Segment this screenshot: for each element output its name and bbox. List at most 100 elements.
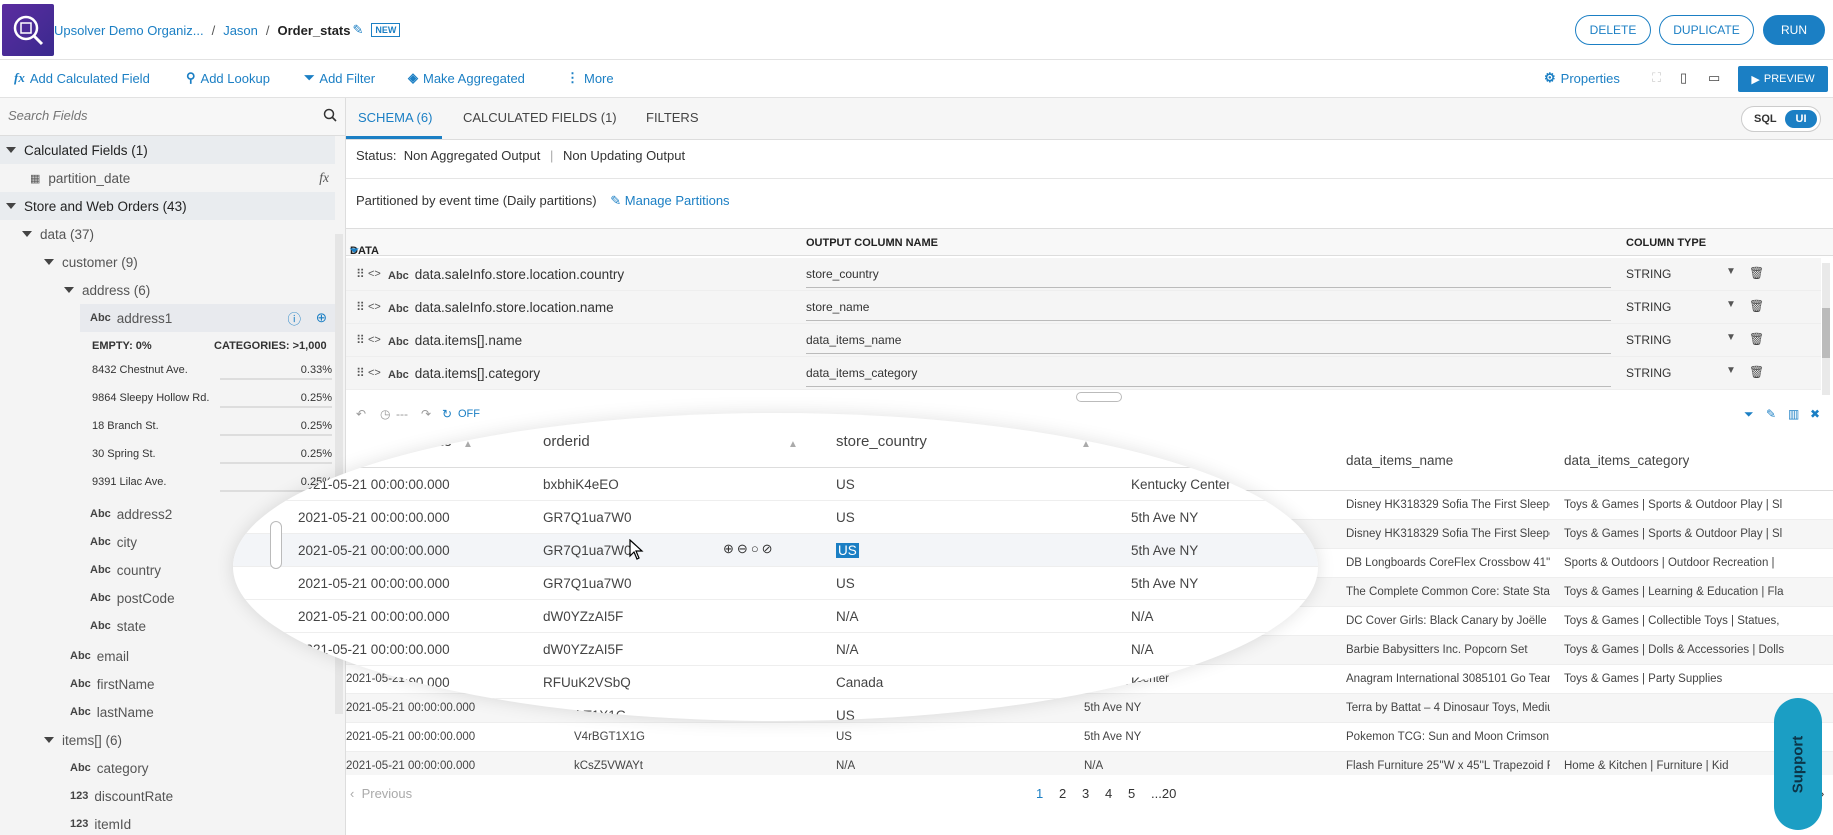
- resize-handle[interactable]: [1076, 392, 1122, 402]
- calc-field-item[interactable]: ▦ partition_date fx: [0, 164, 335, 192]
- column-type-select[interactable]: STRING: [1626, 300, 1671, 314]
- cell-items-name[interactable]: DB Longboards CoreFlex Crossbow 41" Ba: [1346, 557, 1550, 569]
- add-calculated-field-button[interactable]: fx Add Calculated Field: [14, 70, 150, 86]
- run-button[interactable]: RUN: [1763, 15, 1825, 45]
- cell-store-country[interactable]: US: [836, 576, 855, 591]
- cell-items-name[interactable]: DC Cover Girls: Black Canary by Joëlle J…: [1346, 615, 1550, 627]
- cell-partition-date[interactable]: 2021-05-21 00:00:00.000: [346, 760, 506, 772]
- cell-items-name[interactable]: Disney HK318329 Sofia The First Sleepove…: [1346, 499, 1550, 511]
- manage-partitions-link[interactable]: ✎ Manage Partitions: [610, 193, 729, 208]
- trash-icon[interactable]: 🗑: [1749, 332, 1764, 346]
- tree-node-customer[interactable]: customer (9): [0, 248, 335, 276]
- cell-items-category[interactable]: Sports & Outdoors | Outdoor Recreation |: [1564, 557, 1833, 569]
- chevron-down-icon[interactable]: ▼: [1726, 332, 1736, 343]
- drag-handle-icon[interactable]: ⠿: [356, 267, 365, 281]
- tree-node-address[interactable]: address (6): [0, 276, 335, 304]
- search-fields-input[interactable]: [8, 108, 308, 123]
- drag-handle-icon[interactable]: ⠿: [356, 366, 365, 380]
- cell-orderid[interactable]: kCsZ5VWAYt: [574, 760, 694, 772]
- remove-circle-icon[interactable]: ⊖: [737, 541, 751, 556]
- schema-row[interactable]: ⠿ <> Abc data.saleInfo.store.location.count…: [346, 258, 1821, 291]
- filter-icon[interactable]: ⏷: [1744, 407, 1754, 422]
- cell-store-country[interactable]: US: [836, 543, 859, 558]
- field-discountrate[interactable]: 123 discountRate: [0, 782, 335, 810]
- tree-node-items[interactable]: items[] (6): [0, 726, 335, 754]
- search-icon[interactable]: [323, 108, 337, 125]
- cell-partition-date[interactable]: 2021-05-21 00:00:00.000: [298, 543, 450, 558]
- cell-items-name[interactable]: Disney HK318329 Sofia The First Sleepove…: [1346, 528, 1550, 540]
- support-button[interactable]: Support: [1774, 698, 1822, 830]
- cell-partition-date[interactable]: 2021-05-21 00:00:00.000: [298, 642, 450, 657]
- cell-store-name[interactable]: Kentucky Center: [1131, 675, 1231, 690]
- preview-button[interactable]: ▶ PREVIEW: [1738, 66, 1828, 92]
- cell-items-name[interactable]: The Complete Common Core: State Stand: [1346, 586, 1550, 598]
- tab-calculated-fields[interactable]: CALCULATED FIELDS (1): [463, 110, 617, 125]
- output-column-input[interactable]: data_items_category: [806, 363, 1611, 387]
- cell-store-name[interactable]: 5th Ave NY: [1084, 731, 1234, 743]
- scrollbar-thumb[interactable]: [1822, 308, 1830, 358]
- breadcrumb-org[interactable]: Upsolver Demo Organiz...: [54, 23, 204, 38]
- page-number[interactable]: ...20: [1151, 786, 1176, 801]
- cell-items-name[interactable]: Terra by Battat – 4 Dinosaur Toys, Mediu…: [1346, 702, 1550, 714]
- breadcrumb-user[interactable]: Jason: [223, 23, 258, 38]
- ui-toggle-label[interactable]: UI: [1785, 110, 1817, 128]
- close-icon[interactable]: ✖: [1810, 407, 1820, 421]
- cell-orderid[interactable]: V4rBGT1X1G: [574, 731, 694, 743]
- schema-row[interactable]: ⠿ <> Abc data.saleInfo.store.location.name s…: [346, 291, 1821, 324]
- cell-store-country[interactable]: US: [836, 708, 855, 721]
- caret-down-icon[interactable]: [22, 231, 32, 237]
- cell-items-category[interactable]: Toys & Games | Sports & Outdoor Play | S…: [1564, 499, 1833, 511]
- cell-items-name[interactable]: Barbie Babysitters Inc. Popcorn Set: [1346, 644, 1550, 656]
- cell-partition-date[interactable]: 2021-05-21 00:00:00.000: [298, 576, 450, 591]
- tree-node-data[interactable]: data (37): [0, 220, 335, 248]
- cell-store-name[interactable]: 5th Ave NY: [1131, 576, 1198, 591]
- cell-items-category[interactable]: Toys & Games | Party Supplies: [1564, 673, 1833, 685]
- add-field-icon[interactable]: ⊕: [316, 310, 327, 326]
- tab-schema[interactable]: SCHEMA (6): [358, 110, 432, 125]
- table-row[interactable]: 2021-05-21 00:00:00.000 kCsZ5VWAYt N/A N/A F…: [346, 752, 1833, 775]
- page-number[interactable]: 3: [1082, 786, 1089, 801]
- field-category[interactable]: Abc category: [0, 754, 335, 782]
- field-address1[interactable]: Abc address1 ⓘ ⊕: [80, 304, 335, 332]
- trash-icon[interactable]: 🗑: [1749, 299, 1764, 313]
- cell-items-category[interactable]: Toys & Games | Sports & Outdoor Play | S…: [1564, 528, 1833, 540]
- magnified-row[interactable]: 2021-05-21 00:00:00.000 GR7Q1ua7W0 US 5th A…: [233, 567, 1318, 600]
- page-number[interactable]: 1: [1036, 786, 1043, 801]
- cell-store-name[interactable]: 5th Ave NY: [1131, 708, 1198, 721]
- output-column-input[interactable]: data_items_name: [806, 330, 1611, 354]
- app-logo[interactable]: [2, 4, 54, 56]
- magnified-row[interactable]: 2021-05-21 00:00:00.000 GR7Q1ua7W0 US 5th A…: [233, 501, 1318, 534]
- cell-orderid[interactable]: bxbhiK4eEO: [543, 477, 619, 492]
- sql-toggle-label[interactable]: SQL: [1754, 113, 1777, 125]
- cell-store-name[interactable]: N/A: [1131, 642, 1154, 657]
- drag-handle-icon[interactable]: ⠿: [356, 300, 365, 314]
- caret-down-icon[interactable]: [64, 287, 74, 293]
- cell-store-country[interactable]: N/A: [836, 609, 859, 624]
- column-type-select[interactable]: STRING: [1626, 267, 1671, 281]
- schema-scrollbar[interactable]: [1822, 263, 1830, 395]
- cell-partition-date[interactable]: 2021-05-21 00:00:00.000: [298, 708, 450, 721]
- cell-partition-date[interactable]: 2021-05-21 00:00:00.000: [298, 609, 450, 624]
- output-column-input[interactable]: store_country: [806, 264, 1611, 288]
- sort-icon[interactable]: ▲: [1121, 439, 1131, 450]
- add-filter-button[interactable]: ⏷ Add Filter: [304, 70, 375, 86]
- cell-orderid[interactable]: RFUuK2VSbQ: [543, 675, 631, 690]
- info-icon[interactable]: ⓘ: [288, 308, 302, 328]
- cell-orderid[interactable]: V4rBGT1X1G: [543, 708, 626, 721]
- cell-store-name[interactable]: N/A: [1084, 760, 1234, 772]
- chevron-down-icon[interactable]: ▼: [1726, 266, 1736, 277]
- delete-button[interactable]: DELETE: [1575, 15, 1651, 45]
- schema-row[interactable]: ⠿ <> Abc data.items[].category data_items_ca…: [346, 357, 1821, 390]
- cell-store-name[interactable]: 5th Ave NY: [1131, 510, 1198, 525]
- cell-orderid[interactable]: GR7Q1ua7W0: [543, 510, 632, 525]
- field-itemid[interactable]: 123 itemId: [0, 810, 335, 835]
- properties-button[interactable]: ⚙ Properties: [1544, 70, 1620, 86]
- magnified-row[interactable]: 2021-05-21 00:00:00.000 RFUuK2VSbQ Canada K…: [233, 666, 1318, 699]
- row-handle[interactable]: [270, 521, 282, 569]
- cell-store-name[interactable]: 5th Ave NY: [1131, 543, 1198, 558]
- add-lookup-button[interactable]: ⚲ Add Lookup: [186, 70, 270, 86]
- add-circle-icon[interactable]: ⊕: [723, 541, 737, 556]
- cell-store-country[interactable]: US: [836, 731, 956, 743]
- edit-name-icon[interactable]: ✎: [353, 22, 364, 38]
- column-header-orderid[interactable]: orderid: [543, 433, 590, 450]
